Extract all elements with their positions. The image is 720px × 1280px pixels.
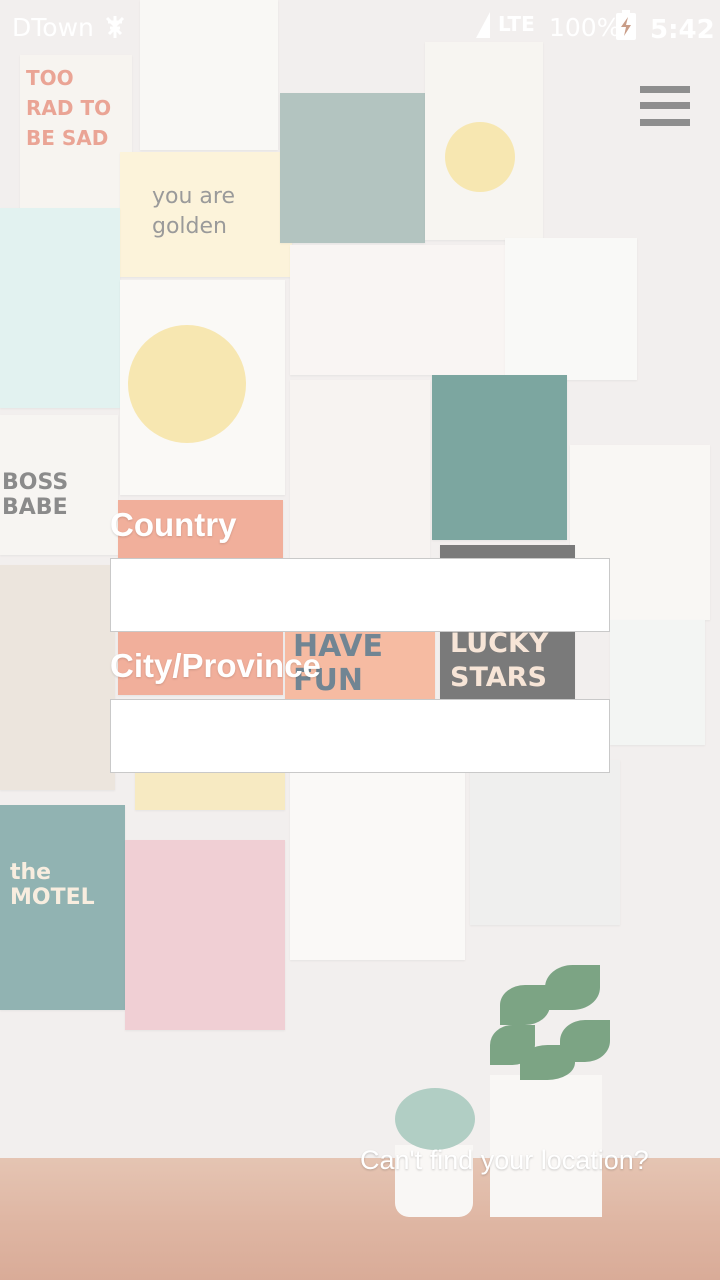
country-input[interactable]: [110, 558, 610, 632]
battery-percent: 100%: [549, 13, 621, 42]
carrier-name: DTown: [12, 13, 94, 42]
battery-charging-icon: [616, 10, 636, 40]
network-tower-icon: [104, 14, 126, 47]
hamburger-menu-icon[interactable]: [640, 86, 690, 126]
network-type: LTE: [498, 12, 535, 36]
status-bar: DTown LTE 100% 5:42: [0, 0, 720, 56]
clock: 5:42: [650, 15, 715, 45]
cant-find-location-link[interactable]: Can't find your location?: [360, 1145, 649, 1176]
city-province-label: City/Province: [110, 647, 321, 684]
background-collage: TOO RAD TO BE SAD you are golden BOSS BA…: [0, 0, 720, 1280]
country-label: Country: [110, 506, 237, 543]
signal-strength-icon: [476, 12, 490, 38]
city-province-input[interactable]: [110, 699, 610, 773]
